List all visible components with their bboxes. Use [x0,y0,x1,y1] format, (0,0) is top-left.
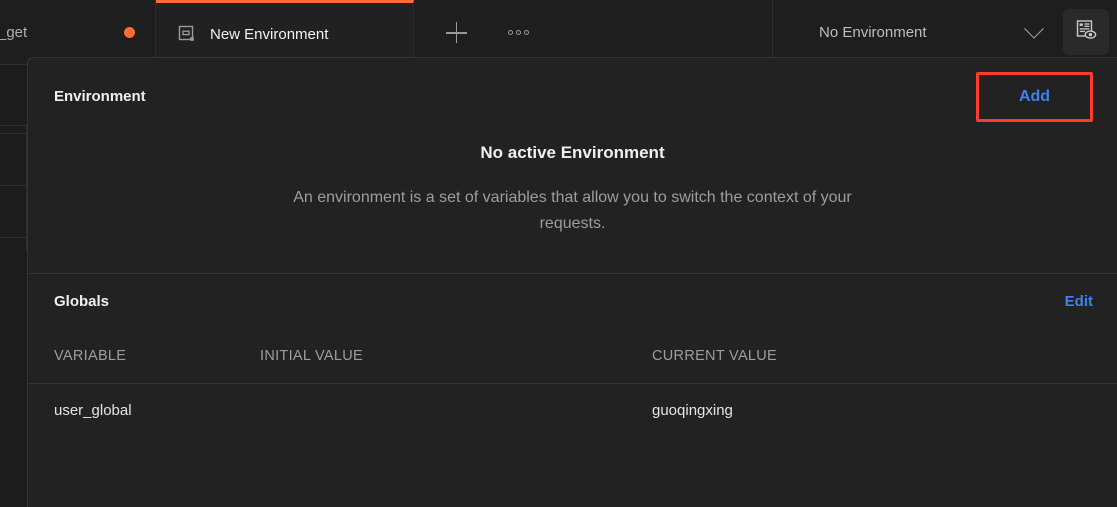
chevron-down-icon [1024,18,1044,39]
environment-selector-value: No Environment [819,24,927,41]
add-button-highlight: Add [976,71,1093,122]
globals-title: Globals [54,293,110,311]
no-active-environment-empty-state: No active Environment An environment is … [28,135,1117,273]
column-header-current-value: CURRENT VALUE [652,348,778,365]
unsaved-changes-dot-icon [124,27,135,38]
environment-panel-header: Environment Add [28,58,1117,135]
more-options-button[interactable] [501,16,535,50]
empty-state-title: No active Environment [480,143,665,162]
background-grid-line [0,185,27,186]
tab-new-environment-label: New Environment [210,25,329,43]
tab-previous-request-label: _get [0,24,28,41]
table-row[interactable]: user_global guoqingxing [28,384,1117,437]
empty-state-description: An environment is a set of variables tha… [293,189,852,232]
table-header-row: VARIABLE INITIAL VALUE CURRENT VALUE [28,330,1117,383]
environment-selector[interactable]: No Environment [773,0,1063,65]
add-environment-button[interactable]: Add [1019,88,1050,106]
plus-icon [445,22,467,43]
tab-bar-actions [414,0,773,65]
tab-previous-request[interactable]: _get [0,0,156,65]
globals-header: Globals Edit [28,274,1117,330]
column-header-variable: VARIABLE [54,348,127,365]
ellipsis-icon [507,30,529,35]
tab-bar: _get New Environment No Environment [0,0,1117,65]
background-grid-line [0,133,27,134]
background-grid-line [0,237,27,238]
background-grid-line [0,125,27,126]
edit-globals-button[interactable]: Edit [1065,293,1093,310]
environment-icon [178,25,196,43]
cell-variable[interactable]: user_global [54,402,260,419]
globals-variables-table: VARIABLE INITIAL VALUE CURRENT VALUE use… [28,330,1117,437]
column-header-initial-value: INITIAL VALUE [260,348,364,365]
tab-new-environment[interactable]: New Environment [156,0,414,65]
cell-current-value[interactable]: guoqingxing [652,402,1091,419]
environment-panel: Environment Add No active Environment An… [27,57,1117,507]
environment-quick-look-button[interactable] [1063,9,1109,55]
background-table-grid [0,125,27,250]
environment-quick-look-icon [1074,18,1098,47]
new-tab-button[interactable] [439,16,473,50]
page-title: Environment [54,88,146,105]
